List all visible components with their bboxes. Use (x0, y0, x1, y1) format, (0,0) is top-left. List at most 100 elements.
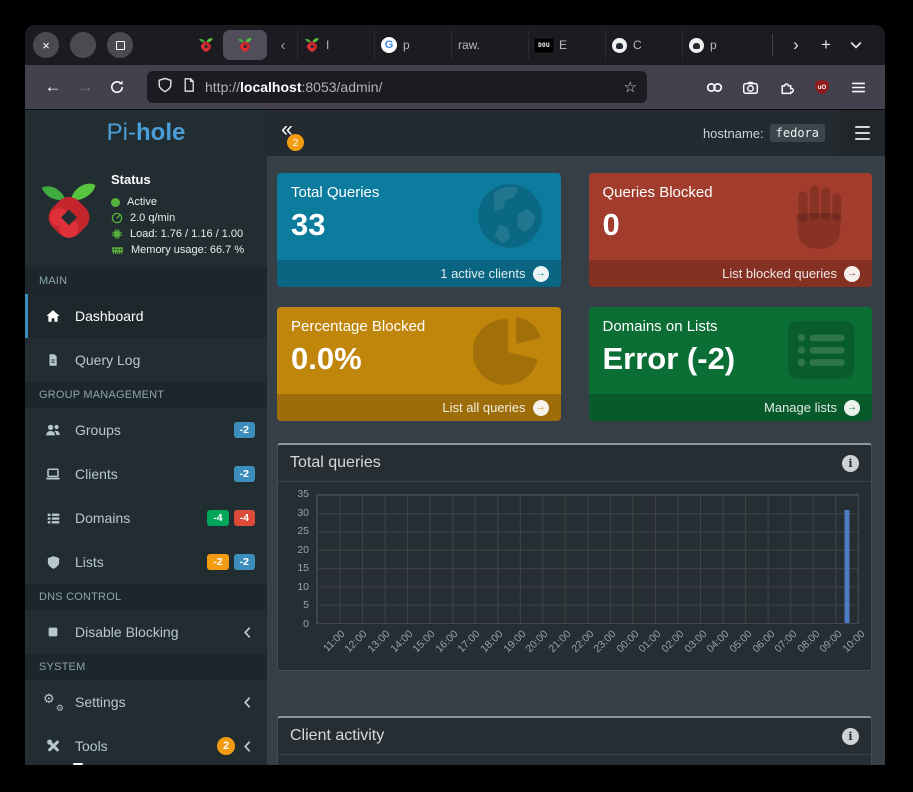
list-all-tabs-icon[interactable] (841, 31, 871, 59)
pihole-favicon-icon (304, 37, 320, 53)
update-notification-badge: 2 (287, 134, 304, 151)
tab-label: I (326, 38, 329, 52)
tab-item[interactable]: raw. (451, 30, 528, 60)
client-activity-chart: 4 (278, 755, 871, 765)
card-value: 0.0% (291, 341, 547, 377)
card-value: 33 (291, 207, 547, 243)
total-queries-plot (316, 494, 859, 624)
tab-item[interactable]: I (297, 30, 374, 60)
close-button[interactable]: × (33, 32, 59, 58)
ublock-origin-icon[interactable] (807, 72, 837, 102)
sidebar-item-disable-blocking[interactable]: Disable Blocking (25, 610, 267, 654)
dou-favicon-icon: DOU (535, 39, 553, 52)
sidebar-item-settings[interactable]: ⚙⚙ Settings (25, 680, 267, 724)
arrow-circle-icon: → (844, 400, 860, 416)
update-count-badge: 2 (217, 737, 235, 755)
url-text: http://localhost:8053/admin/ (205, 79, 616, 95)
sidebar-item-groups[interactable]: Groups -2 (25, 408, 267, 452)
chevron-left-icon (240, 695, 255, 710)
extensions-puzzle-icon[interactable] (771, 72, 801, 102)
info-icon[interactable]: i (842, 455, 859, 472)
card-domains-on-lists: Domains on Lists Error (-2) Manage lists… (589, 307, 873, 421)
forward-button[interactable]: → (69, 71, 101, 103)
reload-button[interactable] (101, 71, 133, 103)
tab-item[interactable]: DOU E (528, 30, 605, 60)
x-tick-label: 02:00 (659, 628, 686, 655)
menu-hamburger-icon[interactable] (843, 72, 873, 102)
hostname-value: fedora (770, 124, 825, 142)
card-value: Error (-2) (603, 341, 859, 377)
x-tick-label: 14:00 (388, 628, 415, 655)
pihole-favicon-icon (237, 37, 253, 53)
tab-pinned-pihole[interactable] (191, 37, 221, 53)
app-menu-hamburger-icon[interactable] (839, 110, 885, 156)
sidebar-item-lists[interactable]: Lists -2 -2 (25, 540, 267, 584)
sidebar-item-clients[interactable]: Clients -2 (25, 452, 267, 496)
info-icon[interactable]: i (842, 728, 859, 745)
tab-item[interactable]: G p (374, 30, 451, 60)
y-tick-label: 25 (297, 525, 309, 537)
mask-icon[interactable] (699, 72, 729, 102)
x-tick-label: 09:00 (818, 628, 845, 655)
browser-navbar: ← → http://localhost:8053/admin/ ☆ (25, 65, 885, 110)
tab-label: E (559, 38, 567, 52)
card-footer-link[interactable]: Manage lists → (589, 394, 873, 421)
card-title: Percentage Blocked (291, 318, 547, 335)
tab-label: C (633, 38, 642, 52)
site-info-icon[interactable] (181, 77, 197, 98)
total-queries-chart: 35302520151050 11:0012:0013:0014:0015:00… (278, 482, 871, 670)
pihole-logo[interactable]: Pi-hole (25, 110, 267, 156)
card-footer-link[interactable]: List all queries → (277, 394, 561, 421)
y-tick-label: 35 (297, 488, 309, 500)
x-tick-label: 19:00 (501, 628, 528, 655)
sidebar-item-domains[interactable]: Domains -4 -4 (25, 496, 267, 540)
list-icon (44, 511, 62, 526)
pihole-favicon-icon (198, 37, 214, 53)
sidebar: Pi-hole Status Active 2.0 q/min (25, 110, 267, 765)
y-tick-label: 20 (297, 544, 309, 556)
sidebar-collapse-toggle[interactable]: « 2 (267, 110, 307, 156)
card-percentage-blocked: Percentage Blocked 0.0% List all queries… (277, 307, 561, 421)
app-header: « 2 hostname: fedora (267, 110, 885, 156)
tab-active-pihole[interactable] (223, 30, 267, 60)
sidebar-item-query-log[interactable]: Query Log (25, 338, 267, 382)
count-badge: -2 (234, 554, 255, 570)
x-tick-label: 01:00 (637, 628, 664, 655)
tab-label: p (403, 38, 410, 52)
card-footer-link[interactable]: 1 active clients → (277, 260, 561, 287)
card-footer-link[interactable]: List blocked queries → (589, 260, 873, 287)
tracking-protection-icon[interactable] (157, 77, 173, 98)
summary-cards: Total Queries 33 1 active clients → Quer… (277, 173, 872, 421)
y-tick-label: 0 (303, 618, 309, 630)
minimize-button[interactable] (70, 32, 96, 58)
status-block: Status Active 2.0 q/min Load: 1.76 / 1.1… (25, 156, 267, 268)
count-badge: -4 (234, 510, 255, 526)
x-tick-label: 07:00 (773, 628, 800, 655)
tab-item[interactable]: p (682, 30, 759, 60)
x-tick-label: 17:00 (456, 628, 483, 655)
x-tick-label: 13:00 (365, 628, 392, 655)
scroll-tabs-left-icon[interactable]: ‹ (269, 37, 297, 54)
sidebar-section-system: SYSTEM (25, 654, 267, 680)
tab-item[interactable]: C (605, 30, 682, 60)
status-row: Memory usage: 66.7 % (111, 242, 244, 258)
sidebar-item-tools[interactable]: Tools 2 (25, 724, 267, 765)
browser-titlebar: × ‹ I G p raw. DOU (25, 25, 885, 65)
screenshot-camera-icon[interactable] (735, 72, 765, 102)
back-button[interactable]: ← (37, 71, 69, 103)
sidebar-item-dashboard[interactable]: Dashboard (25, 294, 267, 338)
maximize-button[interactable] (107, 32, 133, 58)
sidebar-section-dns-control: DNS CONTROL (25, 584, 267, 610)
url-bar[interactable]: http://localhost:8053/admin/ ☆ (147, 71, 647, 103)
hostname-display: hostname: fedora (703, 124, 825, 142)
memory-icon (111, 244, 124, 256)
chevron-left-icon (240, 739, 255, 754)
bookmark-star-icon[interactable]: ☆ (624, 78, 637, 96)
stop-icon (44, 625, 62, 639)
scroll-tabs-right-icon[interactable]: › (781, 31, 811, 59)
arrow-circle-icon: → (844, 266, 860, 282)
count-badge: -2 (234, 422, 255, 438)
x-tick-label: 05:00 (727, 628, 754, 655)
pihole-app: Pi-hole Status Active 2.0 q/min (25, 110, 885, 765)
new-tab-button[interactable]: + (811, 31, 841, 59)
